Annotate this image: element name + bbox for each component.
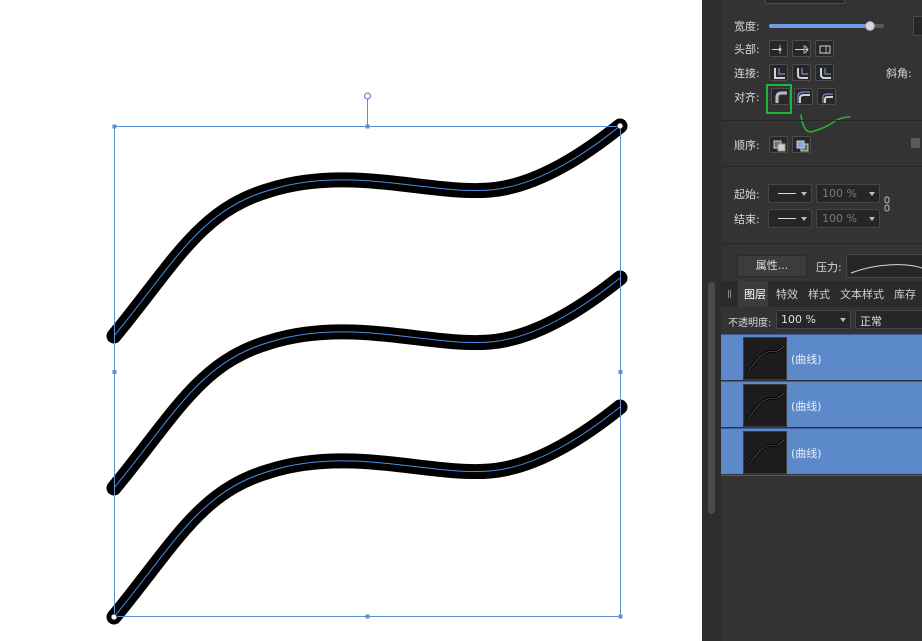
tab-text-styles[interactable]: 文本样式	[840, 286, 884, 302]
handle-left	[112, 370, 117, 374]
end-scale-select[interactable]: 100 %	[816, 209, 880, 228]
checkmark-annotation	[800, 114, 851, 133]
document-canvas[interactable]	[0, 0, 702, 641]
tab-effects[interactable]: 特效	[776, 286, 798, 302]
rotate-handle	[364, 92, 371, 100]
width-value-box[interactable]	[913, 16, 922, 36]
order-front-button[interactable]	[792, 136, 811, 153]
chevron-down-icon	[840, 318, 846, 322]
handle-right	[618, 370, 623, 374]
end-arrow-select[interactable]	[768, 209, 812, 228]
blend-mode-select[interactable]: 正常	[855, 310, 922, 329]
start-scale-select[interactable]: 100 %	[816, 184, 880, 203]
layer-name: (曲线)	[791, 447, 822, 460]
width-slider-fill	[769, 24, 870, 28]
layer-row[interactable]: (曲线)	[721, 381, 922, 427]
link-icon[interactable]	[883, 196, 891, 212]
chevron-down-icon	[801, 192, 807, 196]
end-label: 结束:	[734, 213, 760, 226]
tab-styles[interactable]: 样式	[808, 286, 830, 302]
handle-bottom	[365, 614, 370, 619]
stroke-panel: 宽度: 头部: 连接: 斜角: 对齐: 顺序: 起始: 100 % 结束: 10…	[721, 0, 922, 641]
tab-stock[interactable]: 库存	[894, 286, 916, 302]
end-scale-value: 100 %	[822, 212, 857, 225]
tab-layers[interactable]: 图层	[744, 286, 766, 302]
tab-grip-icon[interactable]	[728, 290, 731, 298]
panel-scrollbar[interactable]	[708, 282, 715, 514]
start-label: 起始:	[734, 188, 760, 201]
align-selected-highlight	[766, 84, 792, 114]
join-bevel-button[interactable]	[815, 64, 834, 81]
properties-button-label: 属性...	[755, 259, 789, 272]
layer-thumbnail	[743, 337, 787, 380]
cap-square-button[interactable]	[815, 40, 834, 57]
layer-thumbnail	[743, 431, 787, 474]
opacity-label: 不透明度:	[728, 318, 772, 329]
properties-button[interactable]: 属性...	[737, 255, 807, 277]
handle-bottom-right	[618, 614, 623, 619]
pressure-label: 压力:	[816, 261, 842, 274]
layer-name: (曲线)	[791, 353, 822, 366]
separator	[721, 166, 922, 167]
layer-thumbnail	[743, 384, 787, 427]
opacity-select[interactable]: 100 %	[776, 310, 851, 329]
handle-top	[365, 124, 370, 129]
opacity-value: 100 %	[781, 313, 816, 326]
curve-1[interactable]	[106, 118, 628, 344]
endpoint-node	[110, 613, 118, 621]
width-label: 宽度:	[734, 20, 760, 33]
miter-label: 斜角:	[886, 67, 912, 80]
order-label: 顺序:	[734, 139, 760, 152]
align-label: 对齐:	[734, 91, 760, 104]
line-style-icon	[778, 218, 796, 219]
cap-butt-button[interactable]	[769, 40, 788, 57]
top-controls-remnant	[765, 0, 845, 4]
start-arrow-select[interactable]	[768, 184, 812, 203]
curve-3[interactable]	[106, 399, 628, 625]
width-slider-thumb[interactable]	[865, 21, 875, 31]
layer-row[interactable]: (曲线)	[721, 334, 922, 380]
join-label: 连接:	[734, 67, 760, 80]
join-round-button[interactable]	[792, 64, 811, 81]
order-checkbox[interactable]	[911, 138, 920, 148]
separator	[721, 243, 922, 244]
panel-divider	[702, 0, 721, 641]
chevron-down-icon	[801, 217, 807, 221]
order-behind-button[interactable]	[769, 136, 788, 153]
join-miter-button[interactable]	[769, 64, 788, 81]
cap-label: 头部:	[734, 43, 760, 56]
chevron-down-icon	[869, 192, 875, 196]
separator	[721, 120, 922, 121]
cap-round-button[interactable]	[792, 40, 811, 57]
align-inside-button[interactable]	[794, 88, 813, 105]
line-style-icon	[778, 193, 796, 194]
chevron-down-icon	[869, 217, 875, 221]
layers-list-empty-area	[721, 475, 922, 641]
pressure-curve-icon	[850, 264, 922, 274]
blend-mode-value: 正常	[860, 315, 882, 328]
canvas-artwork[interactable]	[0, 0, 702, 641]
handle-top-left	[112, 124, 117, 129]
start-scale-value: 100 %	[822, 187, 857, 200]
align-outside-button[interactable]	[817, 88, 836, 105]
endpoint-node	[616, 122, 624, 130]
layer-row[interactable]: (曲线)	[721, 428, 922, 474]
layer-name: (曲线)	[791, 400, 822, 413]
pressure-graph[interactable]	[846, 254, 922, 278]
